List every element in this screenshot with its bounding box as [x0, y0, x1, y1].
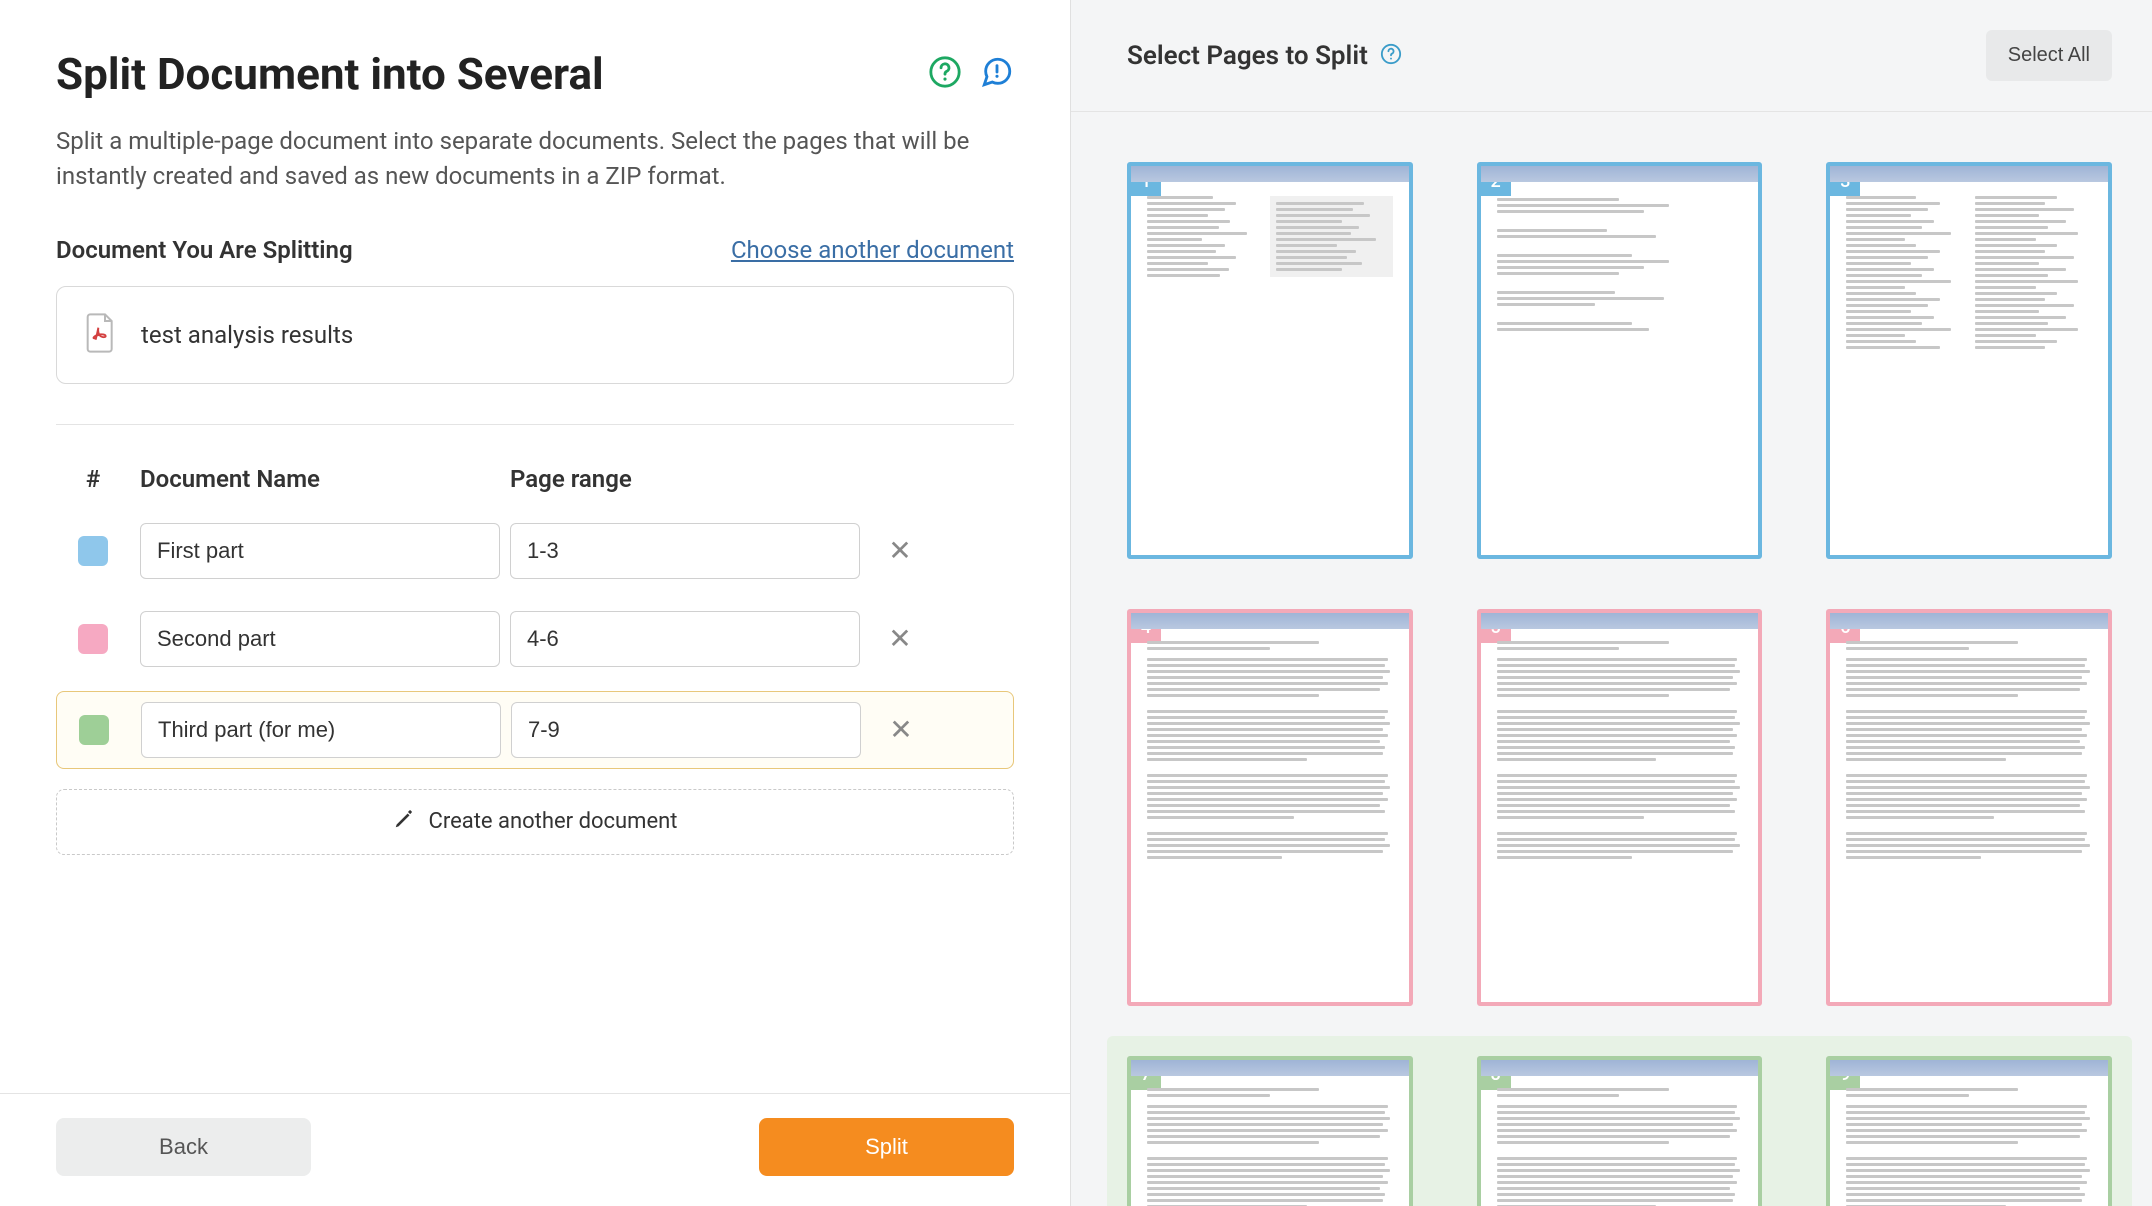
right-panel: Select Pages to Split Select All 1 2 3 4 — [1070, 0, 2152, 1206]
col-hash: # — [56, 465, 130, 493]
subtitle: Split a multiple-page document into sepa… — [56, 124, 1014, 194]
footer: Back Split — [0, 1093, 1070, 1206]
divider — [56, 424, 1014, 425]
right-header: Select Pages to Split Select All — [1071, 0, 2152, 112]
page-thumb[interactable]: 4 — [1127, 609, 1413, 1006]
split-row: ✕ — [56, 515, 1014, 587]
remove-row-button[interactable]: ✕ — [870, 622, 930, 655]
doc-name-input[interactable] — [140, 611, 500, 667]
page-thumb[interactable]: 5 — [1477, 609, 1763, 1006]
remove-row-button[interactable]: ✕ — [870, 534, 930, 567]
page-preview — [1131, 1060, 1409, 1206]
doc-name-input[interactable] — [140, 523, 500, 579]
page-preview — [1131, 613, 1409, 1002]
page-preview — [1830, 1060, 2108, 1206]
info-icon[interactable] — [1380, 43, 1402, 69]
help-icon[interactable] — [928, 55, 962, 93]
right-title-wrap: Select Pages to Split — [1127, 41, 1402, 71]
col-range: Page range — [510, 465, 860, 493]
doc-name-input[interactable] — [141, 702, 501, 758]
header-row: Split Document into Several — [56, 48, 1014, 100]
page-preview — [1830, 166, 2108, 555]
split-button[interactable]: Split — [759, 1118, 1014, 1176]
page-preview — [1481, 1060, 1759, 1206]
color-swatch — [78, 624, 108, 654]
page-thumb[interactable]: 3 — [1826, 162, 2112, 559]
page-preview — [1481, 613, 1759, 1002]
feedback-icon[interactable] — [980, 55, 1014, 93]
col-name: Document Name — [140, 465, 500, 493]
document-card[interactable]: test analysis results — [56, 286, 1014, 384]
split-row: ✕ — [56, 691, 1014, 769]
page-thumb[interactable]: 6 — [1826, 609, 2112, 1006]
splitting-label: Document You Are Splitting — [56, 236, 353, 264]
page-group: 4 5 6 — [1127, 589, 2112, 1026]
create-another-button[interactable]: Create another document — [56, 789, 1014, 855]
back-button[interactable]: Back — [56, 1118, 311, 1176]
create-another-label: Create another document — [429, 809, 678, 834]
page-thumb[interactable]: 8 — [1477, 1056, 1763, 1206]
choose-another-link[interactable]: Choose another document — [731, 236, 1014, 264]
page-preview — [1131, 166, 1409, 555]
page-range-input[interactable] — [511, 702, 861, 758]
page-preview — [1481, 166, 1759, 555]
split-rows: ✕ ✕ ✕ — [56, 515, 1014, 769]
page-thumb[interactable]: 2 — [1477, 162, 1763, 559]
page-range-input[interactable] — [510, 611, 860, 667]
document-name: test analysis results — [141, 321, 353, 349]
color-swatch — [78, 536, 108, 566]
pages-area[interactable]: 1 2 3 4 5 6 — [1071, 112, 2152, 1206]
remove-row-button[interactable]: ✕ — [871, 713, 931, 746]
split-row: ✕ — [56, 603, 1014, 675]
page-group: 7 8 9 — [1107, 1036, 2132, 1206]
document-section-header: Document You Are Splitting Choose anothe… — [56, 236, 1014, 264]
page-range-input[interactable] — [510, 523, 860, 579]
page-title: Split Document into Several — [56, 48, 604, 100]
page-thumb[interactable]: 9 — [1826, 1056, 2112, 1206]
page-group: 1 2 3 — [1127, 142, 2112, 579]
right-title: Select Pages to Split — [1127, 41, 1368, 71]
header-actions — [928, 55, 1014, 93]
pencil-icon — [393, 808, 415, 836]
left-panel: Split Document into Several Split a mult… — [0, 0, 1070, 1206]
page-preview — [1830, 613, 2108, 1002]
left-content: Split Document into Several Split a mult… — [0, 0, 1070, 1093]
color-swatch — [79, 715, 109, 745]
select-all-button[interactable]: Select All — [1986, 30, 2112, 81]
pdf-icon — [85, 313, 117, 357]
split-table-header: # Document Name Page range — [56, 465, 1014, 493]
page-thumb[interactable]: 1 — [1127, 162, 1413, 559]
page-thumb[interactable]: 7 — [1127, 1056, 1413, 1206]
